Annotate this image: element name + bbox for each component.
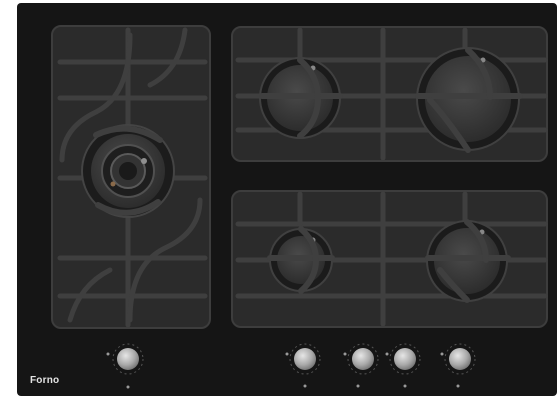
rear-center-burner[interactable] — [259, 57, 343, 139]
front-center-burner[interactable] — [267, 226, 335, 294]
front-right-burner[interactable] — [425, 219, 511, 303]
rear-right-burner[interactable] — [415, 47, 523, 153]
brand-logo: Forno — [30, 375, 60, 386]
gas-hob — [17, 3, 557, 396]
wok-burner[interactable] — [81, 124, 175, 218]
